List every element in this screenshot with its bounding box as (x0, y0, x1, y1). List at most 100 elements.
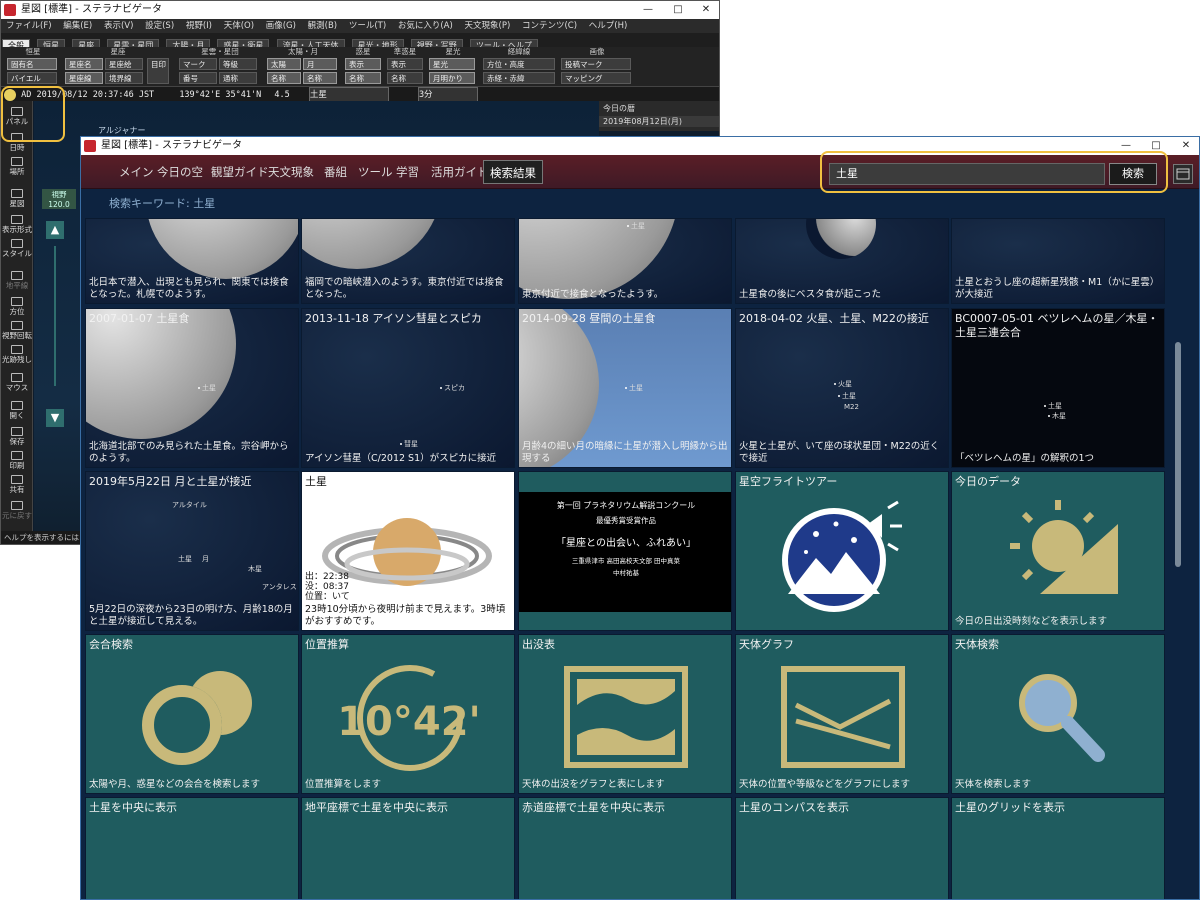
tab-tools-help[interactable]: ツール・ヘルプ (469, 39, 538, 47)
tool-card-center-saturn[interactable]: 土星を中央に表示 (85, 797, 299, 899)
ribbon-btn-dwarf-name[interactable]: 名称 (387, 72, 423, 84)
minimize-icon[interactable]: — (633, 1, 663, 19)
nav-phenomena[interactable]: 天文現象 (262, 160, 320, 184)
result-card[interactable]: BC0007-05-01 ベツレヘムの星／木星・土星三連会合 土星 木星 「ベツ… (951, 308, 1165, 468)
tab-planets[interactable]: 惑星・衛星 (217, 39, 270, 47)
menu-objects[interactable]: 天体(O) (224, 21, 254, 31)
result-card[interactable]: 2014-09-28 昼間の土星食 土星 月齢4の細い月の暗縁に土星が潜入し明縁… (518, 308, 732, 468)
zoom-in-icon[interactable]: ▲ (46, 221, 64, 239)
status-step-select[interactable]: 3分 (417, 87, 478, 101)
share-button[interactable]: 共有 (1, 475, 33, 495)
ribbon-btn-moon[interactable]: 月 (303, 58, 337, 70)
zoom-out-icon[interactable]: ▼ (46, 409, 64, 427)
tool-card-rise-set-table[interactable]: 出没表 天体の出没をグラフと表にします (518, 634, 732, 794)
ribbon-btn-constellation-lines[interactable]: 星座線 (65, 72, 103, 84)
tool-card-center-equatorial[interactable]: 赤道座標で土星を中央に表示 (518, 797, 732, 899)
result-card-saturn[interactable]: 土星 出：22:38 没：08:37 位置：いて 23時10分頃から夜明け前まで… (301, 471, 515, 631)
direction-button[interactable]: 方位 (1, 297, 33, 317)
ribbon-btn-moonlight[interactable]: 月明かり (429, 72, 475, 84)
status-location[interactable]: 139°42'E 35°41'N (179, 90, 261, 100)
ribbon-btn-boundaries[interactable]: 境界線 (105, 72, 143, 84)
ribbon-btn-alt-az[interactable]: 方位・高度 (483, 58, 555, 70)
status-magnitude[interactable]: 4.5 (274, 90, 289, 100)
nav-tonight[interactable]: 今日の空 (151, 160, 209, 184)
nav-learning[interactable]: 学習 (390, 160, 425, 184)
tab-general[interactable]: 全般 (2, 39, 30, 47)
ribbon-btn-marker[interactable]: 目印 (147, 58, 169, 84)
print-button[interactable]: 印刷 (1, 451, 33, 471)
result-card[interactable]: 福岡での暗峡潜入のようす。東京付近では接食となった。 (301, 218, 515, 304)
menu-fov[interactable]: 視野(I) (186, 21, 212, 31)
ribbon-btn-common-name[interactable]: 通称 (219, 72, 257, 84)
tool-card-center-horizontal[interactable]: 地平座標で土星を中央に表示 (301, 797, 515, 899)
ribbon-btn-constellation-art[interactable]: 星座絵 (105, 58, 143, 70)
close-icon[interactable]: ✕ (691, 1, 719, 19)
nav-programs[interactable]: 番組 (318, 160, 353, 184)
tool-card-conjunction-search[interactable]: 会合検索 太陽や月、惑星などの会合を検索します (85, 634, 299, 794)
ribbon-btn-mapping[interactable]: マッピング (561, 72, 631, 84)
panel-toggle-icon[interactable] (1173, 164, 1193, 184)
ribbon-btn-magnitude[interactable]: 等級 (219, 58, 257, 70)
menu-file[interactable]: ファイル(F) (6, 21, 52, 31)
tool-card-today-data[interactable]: 今日のデータ 今日の日出没時刻などを表示します (951, 471, 1165, 631)
result-card[interactable]: 2018-04-02 火星、土星、M22の接近 火星 土星 M22 火星と土星が… (735, 308, 949, 468)
tab-stars[interactable]: 恒星 (37, 39, 66, 47)
ribbon-btn-ra-dec[interactable]: 赤経・赤緯 (483, 72, 555, 84)
ribbon-btn-constellation-name[interactable]: 星座名 (65, 58, 103, 70)
starmap-button[interactable]: 星図 (1, 189, 33, 209)
menu-help[interactable]: ヘルプ(H) (589, 21, 628, 31)
result-card[interactable]: 2019年5月22日 月と土星が接近 アルタイル 土星 月 木星 アンタレス 5… (85, 471, 299, 631)
close-icon[interactable]: ✕ (1171, 137, 1199, 155)
menu-view[interactable]: 表示(V) (104, 21, 133, 31)
tool-card-object-search[interactable]: 天体検索 天体を検索します (951, 634, 1165, 794)
menu-settings[interactable]: 設定(S) (145, 21, 174, 31)
menu-contents[interactable]: コンテンツ(C) (522, 21, 577, 31)
result-card[interactable]: 2013-11-18 アイソン彗星とスピカ スピカ 彗星 アイソン彗星（C/20… (301, 308, 515, 468)
tab-meteors[interactable]: 流星・人工天体 (276, 39, 345, 47)
tool-card-object-graph[interactable]: 天体グラフ 天体の位置や等級などをグラフにします (735, 634, 949, 794)
horizon-button[interactable]: 地平線 (1, 271, 33, 291)
tool-card-grid[interactable]: 土星のグリッドを表示 (951, 797, 1165, 899)
nav-search-results[interactable]: 検索結果 (483, 160, 543, 184)
result-card[interactable]: 土星 東京付近で接食となったようす。 (518, 218, 732, 304)
menu-observe[interactable]: 観測(B) (308, 21, 337, 31)
menu-tools[interactable]: ツール(T) (349, 21, 386, 31)
fov-rotation-button[interactable]: 視野回転 (1, 321, 33, 341)
ribbon-btn-number[interactable]: 番号 (179, 72, 217, 84)
tab-constellations[interactable]: 星座 (72, 39, 101, 47)
menu-phenomena[interactable]: 天文現象(P) (465, 21, 511, 31)
tab-sun-moon[interactable]: 太陽・月 (166, 39, 211, 47)
status-object-select[interactable]: 土星 (308, 87, 389, 101)
ribbon-btn-mark[interactable]: マーク (179, 58, 217, 70)
ribbon-btn-starlight[interactable]: 星光 (429, 58, 475, 70)
ribbon-btn-planet-show[interactable]: 表示 (345, 58, 381, 70)
ribbon-btn-bayer[interactable]: バイエル (7, 72, 57, 84)
location-button[interactable]: 場所 (1, 157, 33, 177)
zoom-slider[interactable] (54, 246, 56, 386)
mouse-button[interactable]: マウス (1, 373, 33, 393)
ribbon-btn-dwarf-show[interactable]: 表示 (387, 58, 423, 70)
open-button[interactable]: 開く (1, 401, 33, 421)
menu-favorites[interactable]: お気に入り(A) (398, 21, 453, 31)
result-card[interactable]: 2007-01-07 土星食 土星 北海道北部でのみ見られた土星食。宗谷岬からの… (85, 308, 299, 468)
menu-image[interactable]: 画像(G) (266, 21, 296, 31)
tool-card-compass[interactable]: 土星のコンパスを表示 (735, 797, 949, 899)
tab-fov[interactable]: 視野・写野 (410, 39, 463, 47)
maximize-icon[interactable]: □ (663, 1, 693, 19)
trail-button[interactable]: 光跡残し (1, 345, 33, 365)
result-card[interactable]: 北日本で潜入、出現とも見られ、関東では接食となった。札幌でのようす。 (85, 218, 299, 304)
menu-edit[interactable]: 編集(E) (63, 21, 92, 31)
ribbon-btn-proper-name[interactable]: 固有名 (7, 58, 57, 70)
result-card[interactable]: 土星食の後にベスタ食が起こった (735, 218, 949, 304)
undo-button[interactable]: 元に戻す (1, 501, 33, 521)
style-button[interactable]: スタイル (1, 239, 33, 259)
result-card-contest[interactable]: 第一回 プラネタリウム解説コンクール 最優秀賞受賞作品 「星座との出会い、ふれあ… (518, 471, 732, 631)
ribbon-btn-moon-name[interactable]: 名称 (303, 72, 337, 84)
ribbon-btn-planet-name[interactable]: 名称 (345, 72, 381, 84)
tab-starlight[interactable]: 星光・地形 (351, 39, 404, 47)
ribbon-btn-post-mark[interactable]: 投稿マーク (561, 58, 631, 70)
tool-card-flight-tour[interactable]: 星空フライトツアー (735, 471, 949, 631)
save-button[interactable]: 保存 (1, 427, 33, 447)
scrollbar-thumb[interactable] (1175, 342, 1181, 567)
tab-nebulae[interactable]: 星雲・星団 (107, 39, 160, 47)
